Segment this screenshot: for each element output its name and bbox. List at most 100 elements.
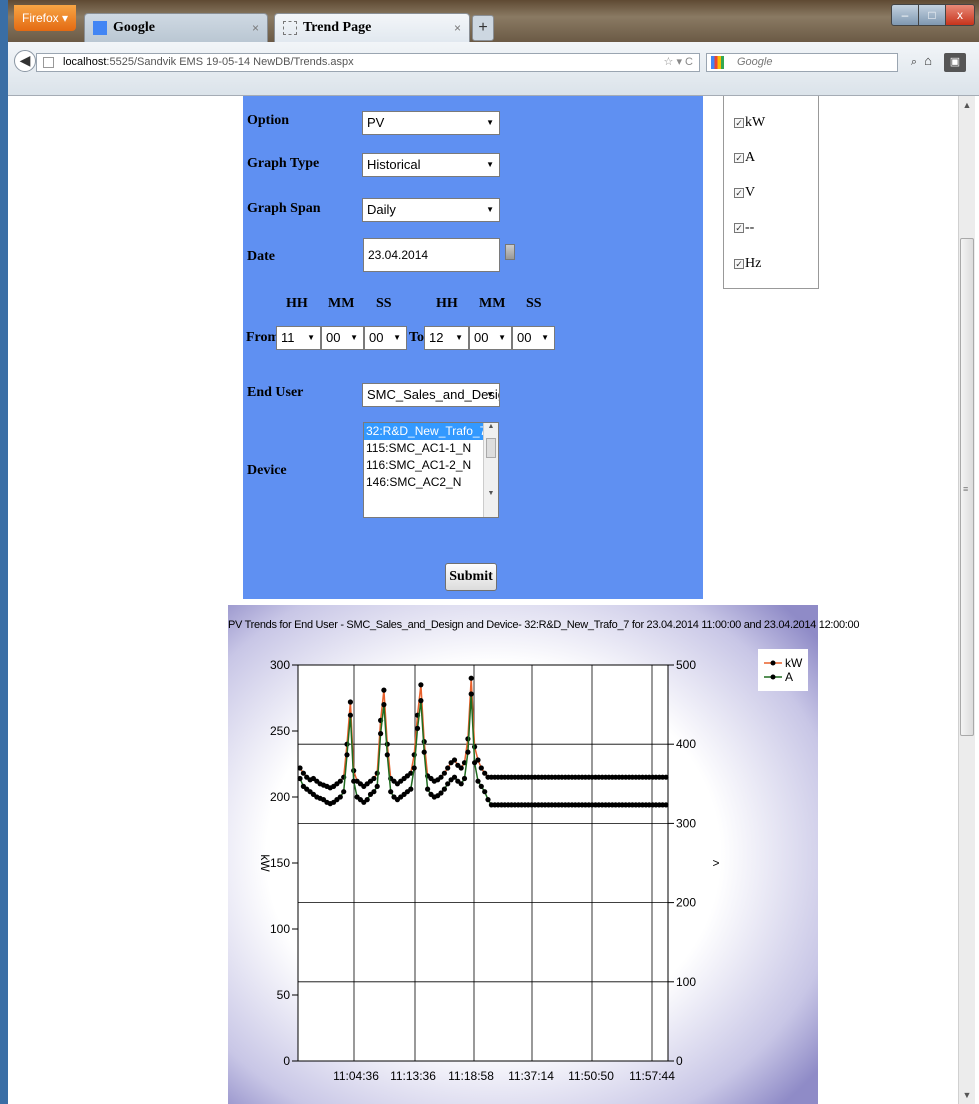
series-point-a bbox=[384, 752, 390, 758]
checkbox-icon[interactable]: ✓ bbox=[734, 222, 744, 233]
to-second-select[interactable]: 00 ▼ bbox=[512, 326, 555, 350]
checkbox-icon[interactable]: ✓ bbox=[734, 152, 744, 163]
chevron-down-icon: ▼ bbox=[486, 160, 494, 169]
close-tab-icon[interactable]: × bbox=[454, 14, 461, 42]
bookmark-star-icon[interactable]: ☆ ▾ C bbox=[664, 54, 693, 71]
page-scrollbar[interactable]: ▲ ≡ ▼ bbox=[958, 96, 975, 1104]
series-point-a bbox=[364, 797, 370, 803]
checkbox-icon[interactable]: ✓ bbox=[734, 187, 744, 198]
from-hour-select[interactable]: 11 ▼ bbox=[276, 326, 321, 350]
checkbox-kw[interactable]: ✓ kW bbox=[734, 115, 765, 131]
x-tick-label: 11:18:58 bbox=[448, 1069, 494, 1083]
series-point-a bbox=[482, 789, 488, 795]
end-user-value: SMC_Sales_and_Design bbox=[367, 387, 500, 402]
series-point-a bbox=[461, 775, 468, 782]
date-input[interactable]: 23.04.2014 bbox=[363, 238, 500, 272]
y2-tick-label: 400 bbox=[676, 737, 696, 751]
chevron-down-icon: ▼ bbox=[486, 205, 494, 214]
scroll-grip-icon: ≡ bbox=[963, 484, 969, 494]
y2-tick-label: 500 bbox=[676, 658, 696, 672]
search-icon[interactable]: ⌕ bbox=[911, 54, 917, 71]
desktop-edge bbox=[0, 0, 8, 1104]
graph-span-select[interactable]: Daily ▼ bbox=[362, 198, 500, 222]
from-second-select[interactable]: 00 ▼ bbox=[364, 326, 407, 350]
option-select[interactable]: PV ▼ bbox=[362, 111, 500, 135]
close-tab-icon[interactable]: × bbox=[252, 14, 259, 42]
checkbox-kw-label: kW bbox=[745, 115, 766, 130]
search-placeholder: Google bbox=[737, 56, 773, 68]
back-button[interactable]: ◀ bbox=[14, 50, 36, 72]
graph-span-label: Graph Span bbox=[247, 201, 321, 216]
graph-span-value: Daily bbox=[367, 202, 396, 217]
google-search-engine-icon bbox=[711, 56, 724, 69]
series-point-kw bbox=[337, 778, 343, 784]
device-option[interactable]: 146:SMC_AC2_N bbox=[364, 474, 498, 491]
close-window-button[interactable]: x bbox=[945, 4, 975, 26]
search-bar[interactable]: Google ⌕ bbox=[706, 53, 917, 72]
from-mm-header: MM bbox=[328, 296, 355, 311]
checkbox-hz[interactable]: ✓ Hz bbox=[734, 256, 761, 272]
device-option[interactable]: 116:SMC_AC1-2_N bbox=[364, 457, 498, 474]
series-point-a bbox=[663, 802, 669, 808]
chevron-down-icon: ▼ bbox=[498, 333, 506, 342]
firefox-menu-button[interactable]: Firefox ▾ bbox=[14, 5, 76, 31]
x-tick-label: 11:57:44 bbox=[629, 1069, 675, 1083]
tab-google[interactable]: Google × bbox=[84, 13, 268, 43]
scroll-down-icon[interactable]: ▼ bbox=[960, 1087, 974, 1103]
scroll-up-icon[interactable]: ▲ bbox=[484, 423, 498, 430]
minimize-button[interactable]: – bbox=[891, 4, 919, 26]
firefox-menu-label: Firefox bbox=[22, 11, 59, 25]
scroll-up-icon[interactable]: ▲ bbox=[960, 97, 974, 113]
to-mm-header: MM bbox=[479, 296, 506, 311]
addon-button[interactable]: ▣ bbox=[944, 53, 966, 72]
series-point-a bbox=[381, 702, 387, 708]
listbox-scroll-thumb[interactable] bbox=[486, 438, 496, 458]
checkbox-icon[interactable]: ✓ bbox=[734, 117, 744, 128]
series-point-a bbox=[468, 691, 474, 697]
device-option[interactable]: 115:SMC_AC1-1_N bbox=[364, 440, 498, 457]
chevron-down-icon: ▼ bbox=[541, 333, 549, 342]
to-hour-select[interactable]: 12 ▼ bbox=[424, 326, 469, 350]
url-bar[interactable]: localhost:5525/Sandvik EMS 19-05-14 NewD… bbox=[36, 53, 700, 72]
device-option[interactable]: 32:R&D_New_Trafo_7 bbox=[364, 423, 498, 440]
chevron-down-icon: ▼ bbox=[393, 333, 401, 342]
series-point-a bbox=[337, 794, 343, 800]
home-icon[interactable]: ⌂ bbox=[918, 53, 938, 72]
series-point-a bbox=[351, 778, 357, 784]
device-label: Device bbox=[247, 463, 287, 478]
chevron-down-icon: ▼ bbox=[455, 333, 463, 342]
checkbox-dash[interactable]: ✓ -- bbox=[734, 220, 754, 236]
device-listbox[interactable]: 32:R&D_New_Trafo_7 115:SMC_AC1-1_N 116:S… bbox=[363, 422, 499, 518]
checkbox-a[interactable]: ✓ A bbox=[734, 150, 755, 166]
from-minute-select[interactable]: 00 ▼ bbox=[321, 326, 364, 350]
checkbox-icon[interactable]: ✓ bbox=[734, 258, 744, 269]
series-point-kw bbox=[381, 687, 387, 693]
to-hour-value: 12 bbox=[429, 330, 444, 345]
graph-type-select[interactable]: Historical ▼ bbox=[362, 153, 500, 177]
series-checkbox-panel: ✓ kW ✓ A ✓ V ✓ -- ✓ Hz bbox=[723, 96, 819, 289]
y-tick-label: 0 bbox=[283, 1054, 290, 1068]
series-point-a bbox=[425, 786, 431, 792]
y-tick-label: 50 bbox=[277, 988, 291, 1002]
x-tick-label: 11:13:36 bbox=[390, 1069, 436, 1083]
series-point-a bbox=[411, 765, 417, 771]
listbox-scrollbar[interactable]: ▲ ▼ bbox=[483, 423, 498, 517]
series-point-kw bbox=[418, 682, 424, 688]
maximize-button[interactable]: □ bbox=[918, 4, 946, 26]
from-ss-header: SS bbox=[376, 296, 392, 311]
series-point-a bbox=[378, 731, 384, 737]
checkbox-v[interactable]: ✓ V bbox=[734, 185, 755, 201]
series-point-a bbox=[421, 749, 427, 755]
to-minute-select[interactable]: 00 ▼ bbox=[469, 326, 512, 350]
new-tab-button[interactable]: + bbox=[472, 15, 494, 41]
series-point-a bbox=[414, 725, 421, 731]
scroll-down-icon[interactable]: ▼ bbox=[484, 490, 498, 497]
tab-google-label: Google bbox=[113, 20, 155, 35]
calendar-icon[interactable] bbox=[505, 244, 515, 260]
end-user-select[interactable]: SMC_Sales_and_Design ▼ bbox=[362, 383, 500, 407]
url-host: localhost bbox=[63, 56, 107, 68]
y2-tick-label: 0 bbox=[676, 1054, 683, 1068]
tab-trend-page[interactable]: Trend Page × bbox=[274, 13, 470, 43]
submit-button[interactable]: Submit bbox=[445, 563, 497, 591]
series-point-kw bbox=[478, 765, 484, 771]
